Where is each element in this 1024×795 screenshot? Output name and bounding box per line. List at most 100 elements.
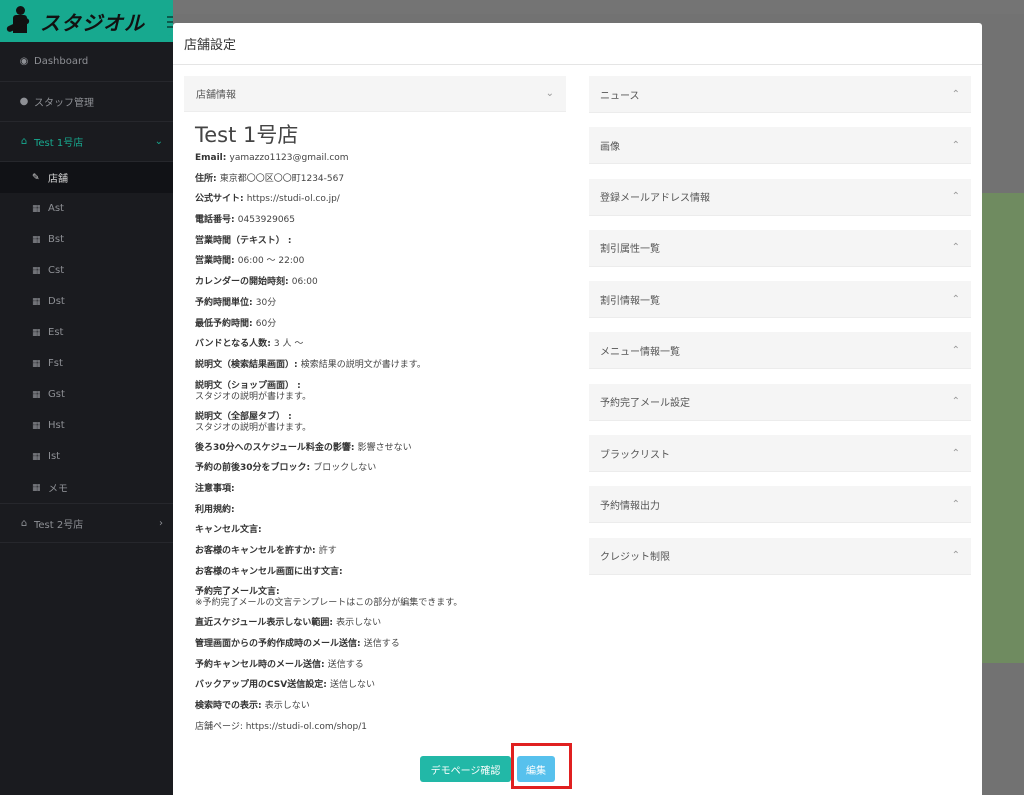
accordion-item[interactable]: ニュース ⌃ [589, 76, 971, 113]
info-row: 営業時間: 06:00 ～ 22:00 [195, 256, 555, 267]
sidebar-item-store1[interactable]: ⌂ Test 1号店 ⌄ [0, 122, 173, 162]
info-row: 直近スケジュール表示しない範囲: 表示しない [195, 618, 555, 629]
sidebar-subitem-3[interactable]: ▦ Cst [0, 255, 173, 286]
chevron-up-icon: ⌃ [951, 293, 960, 305]
info-label: お客様のキャンセル画面に出す文言 [195, 566, 340, 577]
info-separator: : [285, 277, 292, 288]
info-label: 説明文（ショップ画面） [195, 380, 295, 391]
accordion-item[interactable]: 割引情報一覧 ⌃ [589, 281, 971, 319]
sidebar-subitem-label: メモ [48, 484, 68, 495]
calendar-icon: ▦ [32, 265, 41, 276]
background-schedule-grid [982, 193, 1024, 663]
sidebar-subitem-7[interactable]: ▦ Gst [0, 379, 173, 410]
calendar-icon: ▦ [32, 296, 41, 307]
info-row: お客様のキャンセルを許すか: 許す [195, 546, 555, 557]
chevron-down-icon: ⌄ [154, 136, 163, 147]
sidebar-subitem-4[interactable]: ▦ Dst [0, 286, 173, 317]
sidebar-subitem-10[interactable]: ▦ メモ [0, 472, 173, 503]
sidebar-subitem-label: Dst [48, 296, 65, 307]
store-info-panel-header[interactable]: 店舗情報 ⌄ [184, 76, 566, 112]
sidebar-item-0[interactable]: ◉ Dashboard [0, 42, 173, 82]
info-label: 予約時間単位 [195, 297, 250, 308]
info-row: 注意事項: [195, 484, 555, 495]
info-value: 3 人 ～ [273, 339, 304, 350]
accordion-title: 登録メールアドレス情報 [600, 193, 710, 205]
sidebar-item-label: Test 2号店 [34, 519, 84, 531]
sidebar: スタジオル ◉ Dashboard ● スタッフ管理 ⌂ Test 1号店 ⌄ ✎ 店舗 ▦ Ast… [0, 0, 187, 795]
info-label: 説明文（全部屋タブ） [195, 411, 286, 422]
sidebar-subitem-2[interactable]: ▦ Bst [0, 224, 173, 255]
wrench-icon: ✎ [32, 172, 40, 183]
info-value: 0453929065 [237, 215, 296, 226]
sidebar-subitem-5[interactable]: ▦ Est [0, 317, 173, 348]
home-icon: ⌂ [20, 517, 28, 529]
info-label: 後ろ30分へのスケジュール料金の影響 [195, 442, 351, 453]
sidebar-subitem-8[interactable]: ▦ Hst [0, 410, 173, 441]
sidebar-subitem-6[interactable]: ▦ Fst [0, 348, 173, 379]
info-separator: : [231, 256, 238, 267]
info-row: バンドとなる人数: 3 人 ～ [195, 339, 555, 350]
info-separator: : [284, 235, 292, 246]
chevron-up-icon: ⌃ [951, 191, 960, 203]
info-label: Email [195, 153, 223, 163]
accordion-title: ニュース [600, 90, 640, 102]
info-row: キャンセル文言: [195, 525, 555, 536]
guitarist-logo-icon [5, 4, 36, 38]
info-value: 東京都〇〇区〇〇町1234-567 [219, 173, 345, 184]
info-separator: : [258, 525, 262, 536]
dashboard-icon: ◉ [19, 56, 29, 67]
sidebar-subitem-0[interactable]: ✎ 店舗 [0, 162, 173, 193]
info-label: 検索時での表示 [195, 701, 259, 712]
accordion-item[interactable]: 登録メールアドレス情報 ⌃ [589, 178, 971, 216]
info-value: ※予約完了メールの文言テンプレートはこの部分が編集できます。 [195, 598, 463, 609]
accordion-item[interactable]: 予約情報出力 ⌃ [589, 486, 971, 524]
sidebar-subitem-label: Ist [48, 451, 61, 462]
info-label: 電話番号 [195, 215, 232, 226]
sidebar-subitem-label: Ast [48, 203, 64, 214]
sidebar-subitem-1[interactable]: ▦ Ast [0, 193, 173, 224]
info-row: 営業時間（テキスト） : [195, 236, 555, 247]
info-value: 送信する [363, 639, 400, 650]
chevron-up-icon: ⌃ [951, 139, 960, 151]
info-value: 店舗ページ: https://studi-ol.com/shop/1 [195, 721, 368, 732]
info-row: 最低予約時間: 60分 [195, 319, 555, 330]
info-label: 直近スケジュール表示しない範囲 [195, 618, 330, 629]
sidebar-subitem-9[interactable]: ▦ Ist [0, 441, 173, 472]
info-separator: : [339, 566, 343, 577]
sidebar-subitem-label: Bst [48, 234, 64, 245]
info-label: お客様のキャンセルを許すか [195, 546, 313, 556]
sidebar-item-1[interactable]: ● スタッフ管理 [0, 82, 173, 122]
sidebar-item-label: Dashboard [34, 56, 89, 67]
chevron-up-icon: ⌃ [951, 242, 960, 254]
info-separator: : [312, 546, 319, 556]
info-value: 送信する [327, 659, 364, 670]
top-bar [173, 0, 1024, 14]
chevron-up-icon: ⌃ [951, 396, 960, 408]
info-value: 表示しない [336, 618, 382, 629]
sidebar-item-store2[interactable]: ⌂ Test 2号店 › [0, 503, 173, 543]
info-value: 60分 [255, 318, 277, 329]
info-value: ブロックしない [313, 463, 377, 474]
info-separator: : [240, 194, 247, 205]
accordion-item[interactable]: 画像 ⌃ [589, 127, 971, 165]
accordion-item[interactable]: メニュー情報一覧 ⌃ [589, 332, 971, 370]
accordion-item[interactable]: クレジット制限 ⌃ [589, 537, 971, 575]
info-row: 公式サイト: https://studi-ol.co.jp/ [195, 194, 555, 205]
chevron-up-icon: ⌃ [951, 344, 960, 356]
info-value: https://studi-ol.co.jp/ [246, 194, 340, 205]
chevron-right-icon: › [159, 517, 163, 529]
info-value: スタジオの説明が書けます。 [195, 422, 312, 433]
info-row: 説明文（検索結果画面）: 検索結果の説明文が書けます。 [195, 360, 555, 371]
chevron-up-icon: ⌃ [951, 550, 960, 562]
accordion-item[interactable]: 割引属性一覧 ⌃ [589, 229, 971, 267]
info-label: 公式サイト [195, 194, 241, 205]
info-row: 電話番号: 0453929065 [195, 215, 555, 226]
accordion-item[interactable]: 予約完了メール設定 ⌃ [589, 383, 971, 421]
accordion-item[interactable]: ブラックリスト ⌃ [589, 435, 971, 473]
user-icon: ● [19, 96, 29, 107]
sidebar-subitem-label: Hst [48, 420, 65, 431]
store-info-panel: 店舗情報 ⌄ Test 1号店 Email: yamazzo1123@gmail… [184, 76, 566, 743]
info-label: バンドとなる人数 [195, 339, 268, 350]
demo-page-button[interactable]: デモページ確認 [420, 756, 511, 782]
accordion-title: 予約情報出力 [600, 500, 660, 512]
